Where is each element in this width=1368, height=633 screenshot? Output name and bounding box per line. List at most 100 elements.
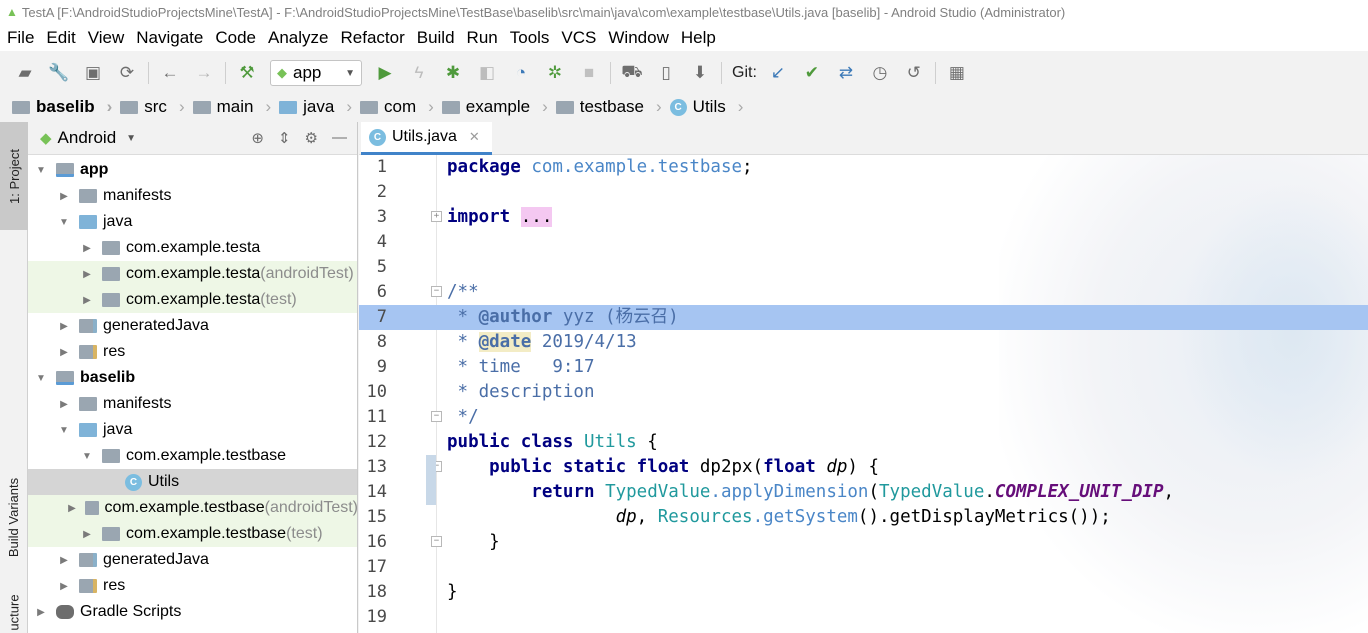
avd-manager-icon[interactable]: ▯ [649,58,683,88]
menu-refactor[interactable]: Refactor [340,28,404,48]
attach-debugger-icon[interactable]: ✲ [538,58,572,88]
fold-end-icon[interactable]: − [431,536,442,547]
menu-run[interactable]: Run [467,28,498,48]
chevron-right-icon: › [737,97,744,116]
folded-imports[interactable]: ... [520,207,553,227]
code-area[interactable]: 1 package com.example.testbase; 2 3 + impor… [359,155,1368,633]
expand-down-icon[interactable]: ▼ [57,425,71,436]
expand-right-icon[interactable]: ▶ [67,503,77,514]
tree-item[interactable]: ▼ java [28,417,357,443]
expand-right-icon[interactable]: ▶ [57,191,71,202]
build-hammer-icon[interactable]: ⚒ [230,58,264,88]
expand-down-icon[interactable]: ▼ [80,451,94,462]
menu-file[interactable]: File [7,28,34,48]
breadcrumb-java[interactable]: java › [279,97,360,117]
forward-arrow-icon[interactable]: → [187,58,221,88]
breadcrumb-example[interactable]: example › [441,97,556,117]
tree-item[interactable]: ▶ manifests [28,391,357,417]
tree-item[interactable]: ▶ com.example.testa (test) [28,287,357,313]
gear-icon[interactable]: ⚙ [305,129,318,147]
menu-view[interactable]: View [88,28,125,48]
expand-right-icon[interactable]: ▶ [57,321,71,332]
menu-vcs[interactable]: VCS [561,28,596,48]
tree-item[interactable]: ▶ com.example.testbase (test) [28,521,357,547]
git-history-icon[interactable]: ◷ [863,58,897,88]
menu-navigate[interactable]: Navigate [136,28,203,48]
tree-item[interactable]: ▶ com.example.testbase (androidTest) [28,495,357,521]
project-tool-tab[interactable]: 1: Project [0,122,28,230]
profile-icon[interactable]: ◔ [504,58,538,88]
expand-right-icon[interactable]: ▶ [80,243,94,254]
coverage-icon[interactable]: ◧ [470,58,504,88]
expand-down-icon[interactable]: ▼ [57,217,71,228]
expand-down-icon[interactable]: ▼ [34,165,48,176]
expand-right-icon[interactable]: ▶ [80,269,94,280]
expand-right-icon[interactable]: ▶ [57,399,71,410]
locate-target-icon[interactable]: ⊕ [251,129,264,147]
structure-tool-tab[interactable]: ucture [0,592,28,633]
tree-item[interactable]: ▶ manifests [28,183,357,209]
expand-right-icon[interactable]: ▶ [80,529,94,540]
menu-edit[interactable]: Edit [46,28,75,48]
breadcrumb-com[interactable]: com › [360,97,442,117]
tree-item[interactable]: ▶ res [28,339,357,365]
code-line-7: 7 * @author yyz (杨云召) [359,305,1368,330]
expand-right-icon[interactable]: ▶ [57,555,71,566]
git-update-icon[interactable]: ↙ [761,58,795,88]
wrench-icon[interactable]: 🔧 [42,58,76,88]
tree-item[interactable]: ▼ com.example.testbase [28,443,357,469]
menu-build[interactable]: Build [417,28,455,48]
stop-icon[interactable]: ■ [572,58,606,88]
expand-right-icon[interactable]: ▶ [57,347,71,358]
tree-item[interactable]: ▶ res [28,573,357,599]
gradle-sync-icon[interactable]: ⛟ [615,58,649,88]
back-arrow-icon[interactable]: ← [153,58,187,88]
tree-item[interactable]: ▶ generatedJava [28,547,357,573]
menu-help[interactable]: Help [681,28,716,48]
debug-icon[interactable]: ✱ [436,58,470,88]
sync-icon[interactable]: ⟳ [110,58,144,88]
project-view-selector[interactable]: Android [58,128,117,148]
git-commit-icon[interactable]: ✔ [795,58,829,88]
open-folder-icon[interactable]: ▰ [8,58,42,88]
sdk-manager-icon[interactable]: ⬇ [683,58,717,88]
build-variants-tool-tab[interactable]: Build Variants [0,452,28,582]
expand-right-icon[interactable]: ▶ [57,581,71,592]
tree-item[interactable]: ▼ java [28,209,357,235]
collapse-all-icon[interactable]: ⇕ [278,129,291,147]
chevron-down-icon[interactable]: ▼ [126,133,136,144]
apply-changes-icon[interactable]: ϟ [402,58,436,88]
fold-expand-icon[interactable]: + [431,211,442,222]
tree-item[interactable]: ▶ generatedJava [28,313,357,339]
git-compare-icon[interactable]: ⇄ [829,58,863,88]
tree-item[interactable]: C Utils [28,469,357,495]
expand-down-icon[interactable]: ▼ [34,373,48,384]
menu-window[interactable]: Window [608,28,668,48]
run-icon[interactable]: ▶ [368,58,402,88]
tree-item[interactable]: ▼ app [28,157,357,183]
breadcrumb-baselib[interactable]: baselib › [12,97,120,117]
fold-collapse-icon[interactable]: − [431,286,442,297]
breadcrumb-main[interactable]: main › [192,97,280,117]
menu-tools[interactable]: Tools [510,28,550,48]
breadcrumb-utils[interactable]: C Utils › [669,97,752,117]
fold-end-icon[interactable]: − [431,411,442,422]
project-structure-icon[interactable]: ▦ [940,58,974,88]
tree-item[interactable]: ▶ Gradle Scripts [28,599,357,625]
change-marker[interactable] [426,455,436,505]
menu-code[interactable]: Code [215,28,256,48]
menu-analyze[interactable]: Analyze [268,28,328,48]
save-icon[interactable]: ▣ [76,58,110,88]
tree-item[interactable]: ▶ com.example.testa (androidTest) [28,261,357,287]
expand-right-icon[interactable]: ▶ [80,295,94,306]
tree-item[interactable]: ▶ com.example.testa [28,235,357,261]
tab-utils-java[interactable]: C Utils.java ✕ [361,122,492,155]
close-icon[interactable]: ✕ [469,129,480,145]
breadcrumb-src[interactable]: src › [120,97,192,117]
run-configuration-dropdown[interactable]: ◆ app ▼ [270,60,362,86]
expand-right-icon[interactable]: ▶ [34,607,48,618]
breadcrumb-testbase[interactable]: testbase › [555,97,670,117]
hide-panel-icon[interactable]: — [332,129,347,147]
tree-item[interactable]: ▼ baselib [28,365,357,391]
git-rollback-icon[interactable]: ↺ [897,58,931,88]
